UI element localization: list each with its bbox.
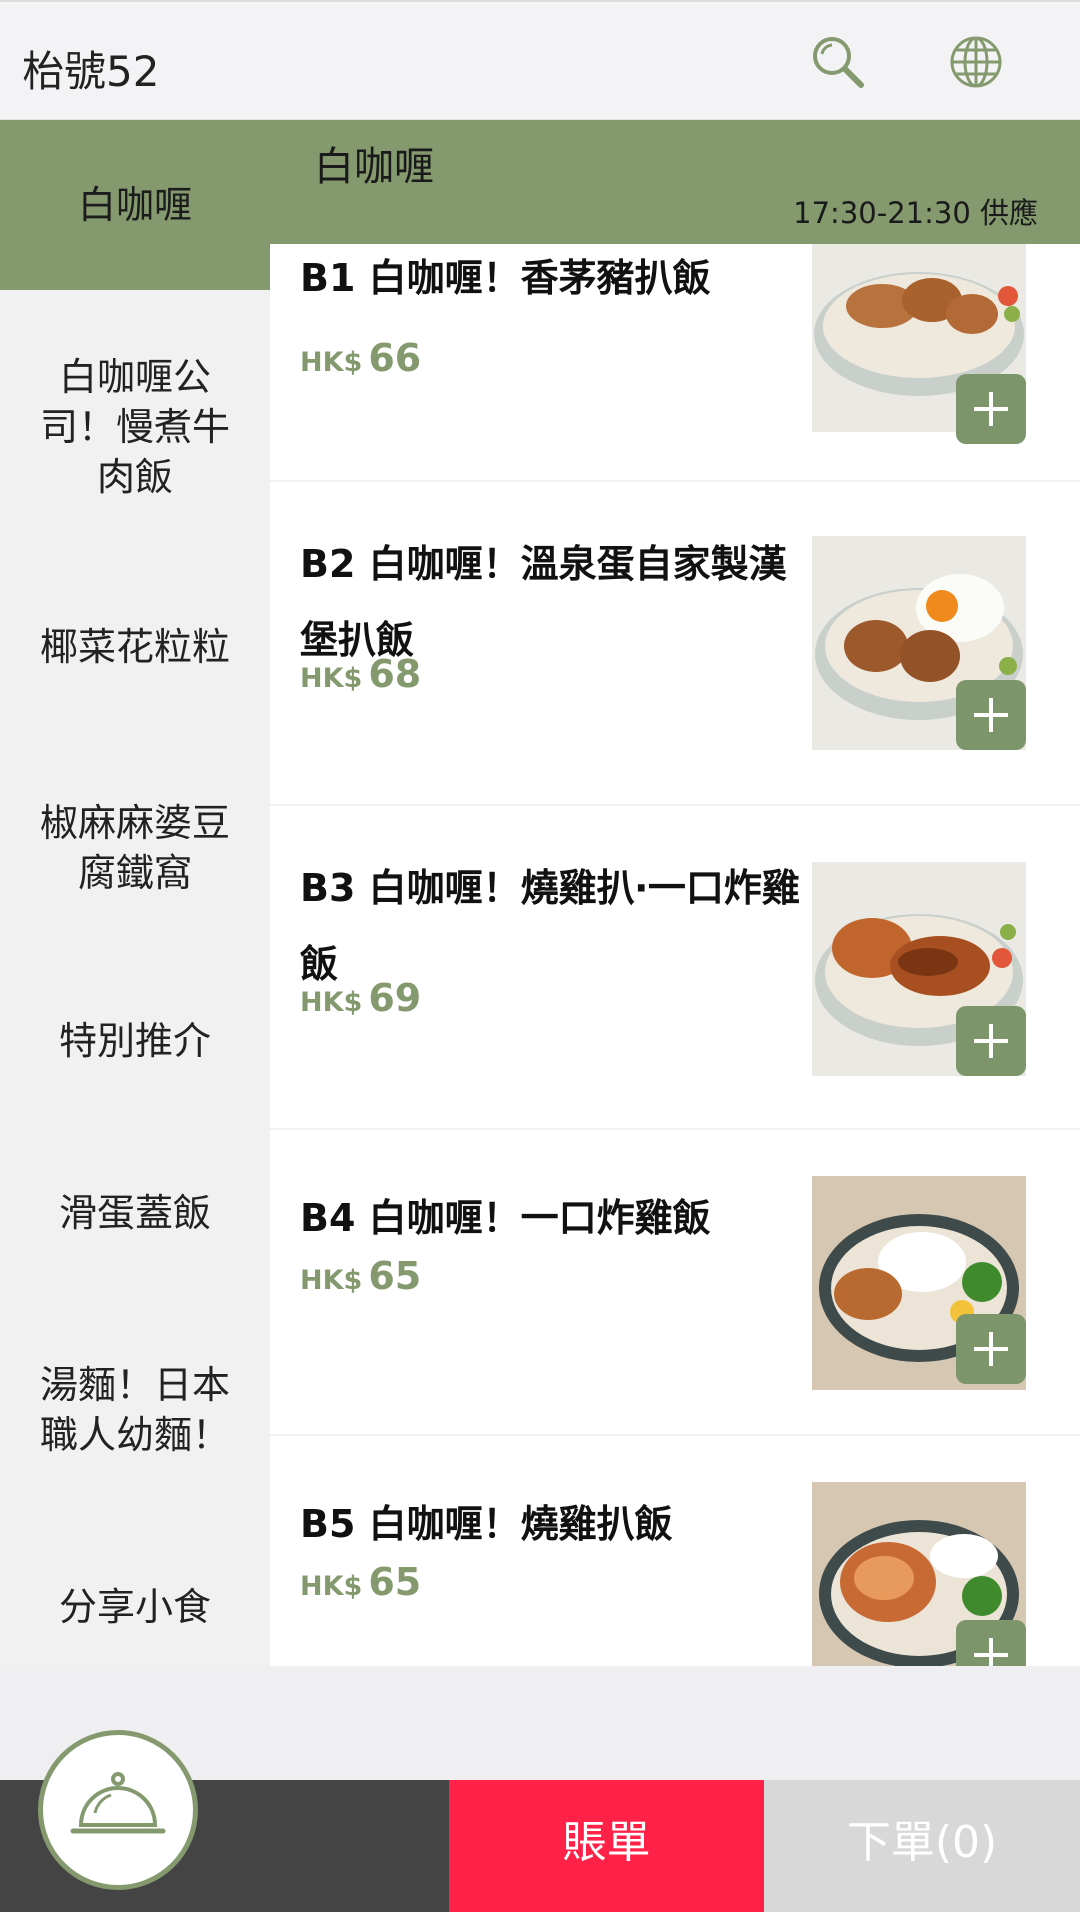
cart-button[interactable]: [38, 1730, 198, 1890]
menu-item[interactable]: B4 白咖喱！一口炸雞飯 HK$ 65: [270, 1130, 1080, 1434]
add-to-cart-button[interactable]: [956, 374, 1026, 444]
menu-item[interactable]: B3 白咖喱！燒雞扒‧一口炸雞飯 HK$ 69: [270, 806, 1080, 1128]
sidebar-item-cauliflower[interactable]: 椰菜花粒粒: [0, 622, 270, 672]
currency-label: HK$: [300, 987, 363, 1018]
category-header: 白咖喱 17:30-21:30 供應: [270, 120, 1080, 244]
price-value: 65: [368, 1254, 422, 1298]
category-title: 白咖喱: [314, 144, 434, 190]
item-name: B1 白咖喱！香茅豬扒飯: [300, 256, 711, 300]
item-price: HK$ 65: [300, 1254, 421, 1298]
sidebar-item-label: 白咖喱: [77, 183, 192, 227]
menu-item[interactable]: B1 白咖喱！香茅豬扒飯 HK$ 66: [270, 244, 1080, 480]
sidebar-item-beef-rice[interactable]: 白咖喱公司！慢煮牛肉飯: [0, 352, 270, 502]
currency-label: HK$: [300, 347, 363, 378]
category-sidebar: 白咖喱 白咖喱公司！慢煮牛肉飯 椰菜花粒粒 椒麻麻婆豆腐鐵窩 特別推介 滑蛋蓋飯…: [0, 120, 270, 1666]
item-price: HK$ 66: [300, 336, 421, 380]
add-to-cart-button[interactable]: [956, 1620, 1026, 1666]
item-name: B5 白咖喱！燒雞扒飯: [300, 1502, 673, 1546]
add-to-cart-button[interactable]: [956, 1314, 1026, 1384]
sidebar-item-noodles[interactable]: 湯麵！日本職人幼麵！: [0, 1360, 270, 1460]
menu-item[interactable]: B2 白咖喱！溫泉蛋自家製漢堡扒飯 HK$ 68: [270, 482, 1080, 804]
price-value: 69: [368, 976, 422, 1020]
sidebar-item-mapo-tofu[interactable]: 椒麻麻婆豆腐鐵窩: [0, 798, 270, 898]
currency-label: HK$: [300, 1571, 363, 1602]
globe-icon[interactable]: [946, 32, 1006, 92]
menu-list: B1 白咖喱！香茅豬扒飯 HK$ 66 B2 白咖喱！溫泉蛋自家製漢堡扒飯 HK$…: [270, 244, 1080, 1666]
bill-button[interactable]: 賬單: [449, 1780, 764, 1912]
item-name: B4 白咖喱！一口炸雞飯: [300, 1196, 711, 1240]
price-value: 66: [368, 336, 422, 380]
serving-hours: 17:30-21:30 供應: [793, 196, 1038, 230]
item-price: HK$ 65: [300, 1560, 421, 1604]
currency-label: HK$: [300, 1265, 363, 1296]
currency-label: HK$: [300, 663, 363, 694]
add-to-cart-button[interactable]: [956, 680, 1026, 750]
place-order-button[interactable]: 下單(0): [764, 1780, 1080, 1912]
add-to-cart-button[interactable]: [956, 1006, 1026, 1076]
menu-item[interactable]: B5 白咖喱！燒雞扒飯 HK$ 65: [270, 1436, 1080, 1666]
table-number: 枱號52: [22, 47, 160, 96]
price-value: 68: [368, 652, 422, 696]
sidebar-item-egg-rice[interactable]: 滑蛋蓋飯: [0, 1188, 270, 1238]
cloche-icon: [70, 1772, 166, 1834]
price-value: 65: [368, 1560, 422, 1604]
item-price: HK$ 69: [300, 976, 421, 1020]
sidebar-item-specials[interactable]: 特別推介: [0, 1016, 270, 1066]
item-price: HK$ 68: [300, 652, 421, 696]
search-icon[interactable]: [808, 32, 868, 92]
sidebar-item-snacks[interactable]: 分享小食: [0, 1582, 270, 1632]
sidebar-item-white-curry[interactable]: 白咖喱: [0, 120, 270, 290]
top-bar: 枱號52: [0, 0, 1080, 120]
